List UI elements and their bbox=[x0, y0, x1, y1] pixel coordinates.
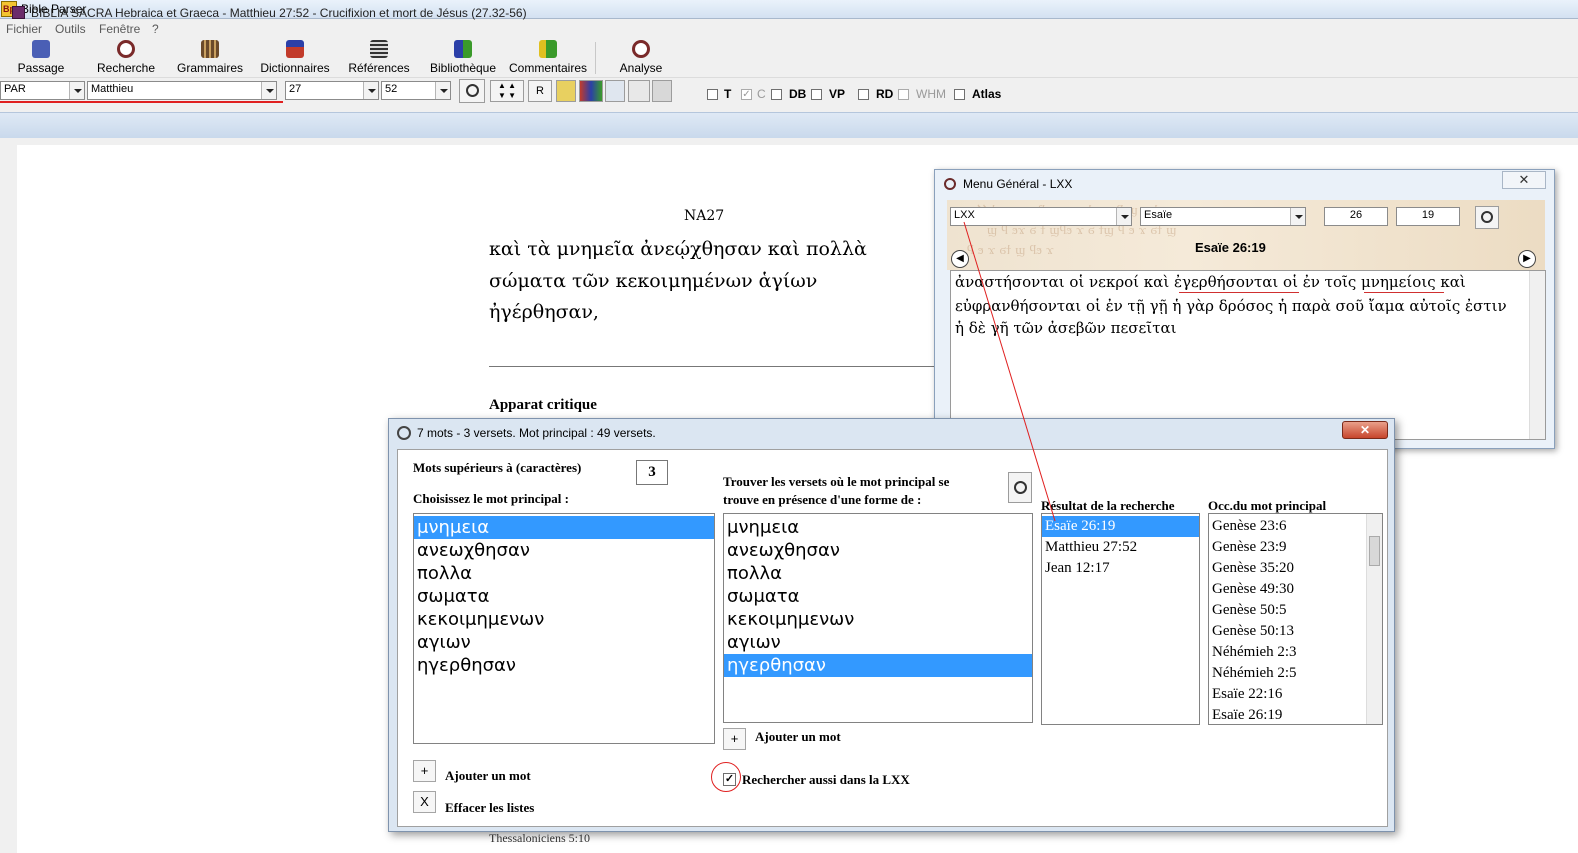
annotation-arrow-line bbox=[963, 221, 1056, 522]
annotation-circle bbox=[711, 762, 741, 792]
annotation-overlay bbox=[963, 221, 1056, 522]
